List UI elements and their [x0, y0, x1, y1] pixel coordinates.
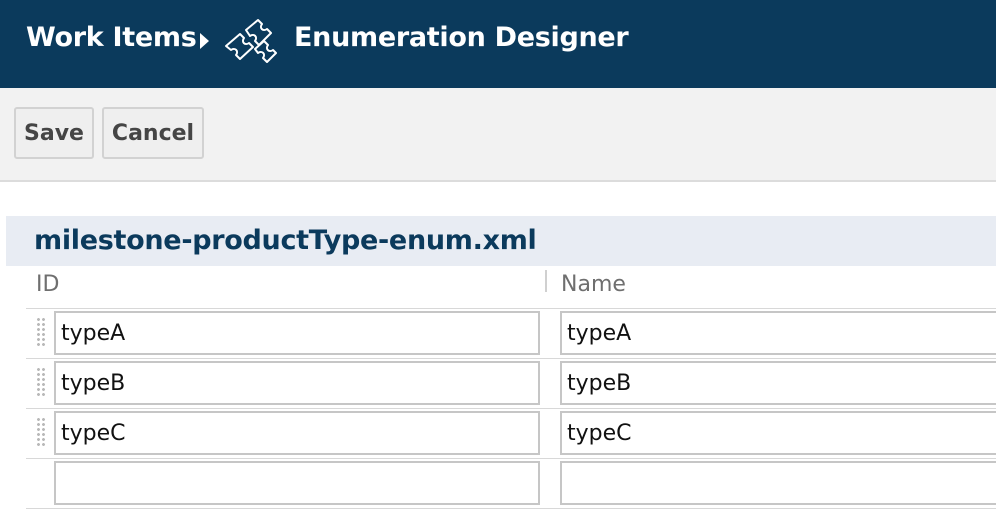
- save-button[interactable]: Save: [14, 107, 94, 159]
- row-id-input[interactable]: [54, 361, 540, 405]
- row-divider: [26, 408, 996, 409]
- file-title-bar: milestone-productType-enum.xml: [6, 216, 996, 266]
- toolbar: Save Cancel: [0, 88, 996, 182]
- drag-handle-icon[interactable]: [36, 317, 46, 347]
- row-divider: [26, 358, 996, 359]
- column-header-id: ID: [36, 272, 60, 297]
- row-name-input[interactable]: [560, 361, 996, 405]
- row-divider: [26, 458, 996, 459]
- new-row-id-input[interactable]: [54, 461, 540, 505]
- breadcrumb-separator-icon: [200, 33, 209, 49]
- row-name-input[interactable]: [560, 411, 996, 455]
- drag-handle-icon[interactable]: [36, 367, 46, 397]
- row-id-input[interactable]: [54, 411, 540, 455]
- file-title: milestone-productType-enum.xml: [34, 225, 537, 256]
- page-title: Enumeration Designer: [294, 22, 629, 53]
- drag-handle-icon[interactable]: [36, 417, 46, 447]
- breadcrumb-work-items[interactable]: Work Items: [26, 22, 197, 53]
- new-row-name-input[interactable]: [560, 461, 996, 505]
- app-header: Work Items Enumeration Designer: [0, 0, 996, 88]
- row-divider: [26, 508, 996, 509]
- puzzle-piece-icon: [225, 19, 277, 63]
- cancel-button[interactable]: Cancel: [102, 107, 204, 159]
- row-id-input[interactable]: [54, 311, 540, 355]
- column-header-name: Name: [561, 272, 626, 297]
- row-name-input[interactable]: [560, 311, 996, 355]
- header-divider: [26, 308, 996, 309]
- column-resize-handle[interactable]: [545, 270, 547, 292]
